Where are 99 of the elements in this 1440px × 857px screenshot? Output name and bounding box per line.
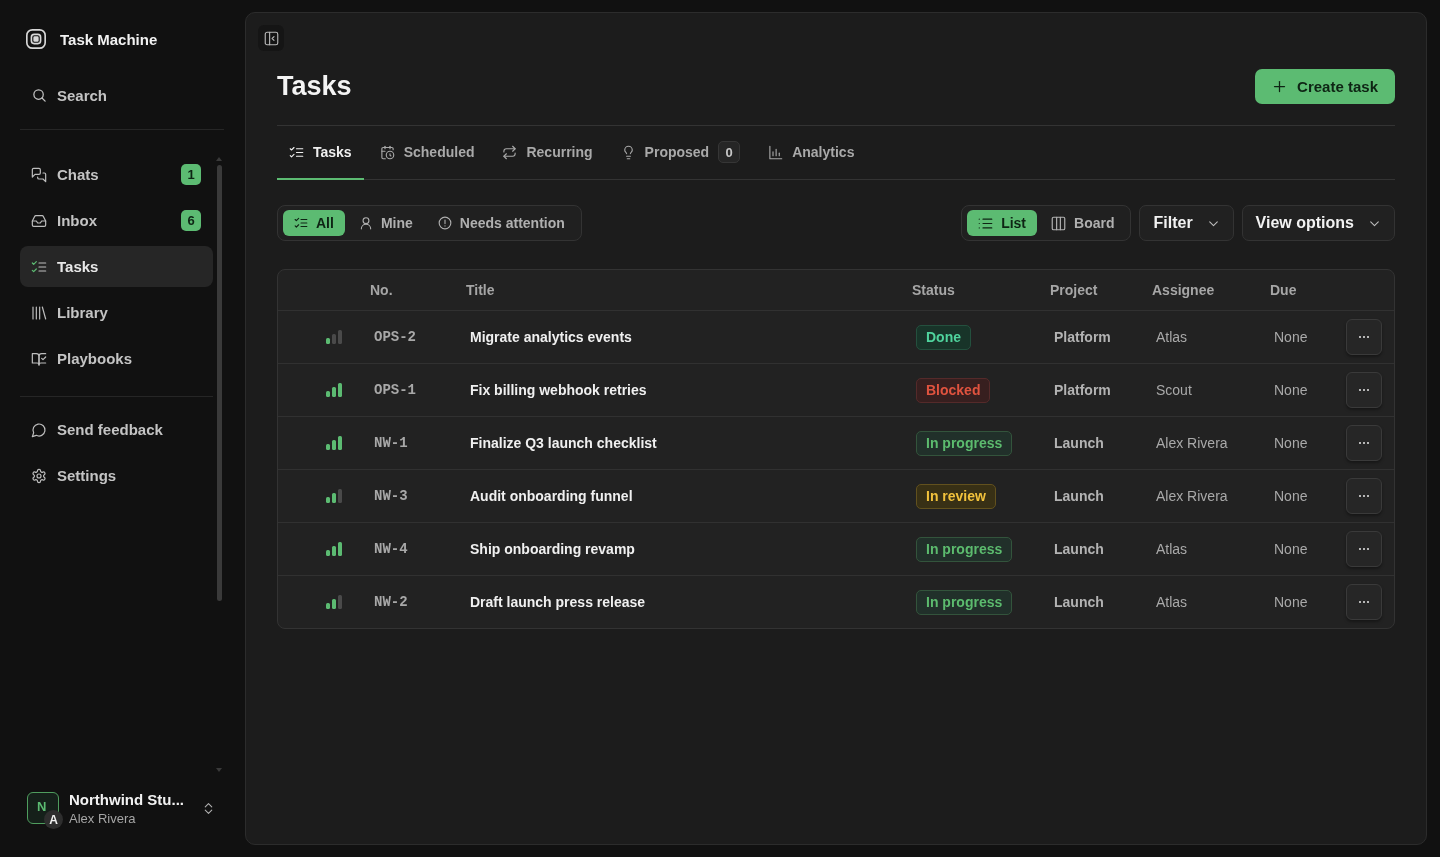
nav-item[interactable]: Library (20, 292, 213, 333)
task-title[interactable]: Ship onboarding revamp (470, 541, 635, 557)
tab[interactable]: Recurring (490, 126, 605, 180)
more-button[interactable] (1346, 372, 1382, 408)
task-number: NW-2 (374, 594, 408, 610)
more-button[interactable] (1346, 531, 1382, 567)
workspace-name[interactable]: Northwind Stu... (69, 790, 184, 808)
repeat-icon (502, 144, 518, 160)
nav-item[interactable]: Send feedback (20, 409, 213, 450)
project-name: Launch (1054, 541, 1104, 557)
status-badge: In progress (916, 430, 1013, 456)
project-name: Launch (1054, 435, 1104, 451)
bar-chart-icon (768, 144, 784, 160)
tab[interactable]: Proposed 0 (608, 126, 753, 180)
task-title[interactable]: Finalize Q3 launch checklist (470, 435, 657, 451)
nav-item[interactable]: Settings (20, 455, 213, 496)
list-icon (978, 215, 994, 231)
sidebar-panel-icon (263, 30, 279, 46)
chevron-up-down-icon[interactable] (202, 801, 215, 815)
columns-icon (1051, 215, 1067, 231)
view-mode-option[interactable]: Board (1040, 210, 1126, 236)
project-name: Platform (1054, 382, 1111, 398)
column-header[interactable]: Title (466, 282, 495, 298)
assignee-name: Atlas (1156, 594, 1188, 610)
assignee-name: Alex Rivera (1156, 435, 1228, 451)
column-header[interactable]: Assignee (1152, 282, 1215, 298)
app-name: Task Machine (60, 30, 158, 48)
view-options-dropdown[interactable]: View options (1241, 205, 1395, 241)
filter-option[interactable]: Needs attention (426, 210, 576, 236)
status-badge: In review (916, 483, 996, 509)
checklist-icon (31, 258, 47, 275)
project-name: Launch (1054, 488, 1104, 504)
more-button[interactable] (1346, 478, 1382, 514)
due-date: None (1274, 435, 1308, 451)
app-logo-icon (25, 28, 47, 50)
nav-item[interactable]: Tasks (20, 246, 213, 287)
user-name: Alex Rivera (69, 810, 137, 826)
due-date: None (1274, 329, 1308, 345)
due-date: None (1274, 541, 1308, 557)
person-icon (358, 216, 373, 230)
task-number: NW-1 (374, 435, 408, 451)
checklist-icon (289, 144, 304, 160)
page-title: Tasks (277, 70, 352, 103)
more-button[interactable] (1346, 425, 1382, 461)
more-button[interactable] (1346, 319, 1382, 355)
status-badge: Blocked (916, 377, 991, 403)
column-header[interactable]: Status (912, 282, 955, 298)
assignee-name: Atlas (1156, 329, 1188, 345)
task-title[interactable]: Audit onboarding funnel (470, 488, 633, 504)
status-badge: Done (916, 324, 971, 350)
task-title[interactable]: Fix billing webhook retries (470, 382, 647, 398)
due-date: None (1274, 488, 1308, 504)
collapse-sidebar-button[interactable] (258, 25, 284, 51)
settings-icon (31, 467, 47, 484)
task-title[interactable]: Draft launch press release (470, 594, 646, 610)
assignee-name: Atlas (1156, 541, 1188, 557)
task-number: OPS-1 (374, 382, 416, 398)
unread-count-badge: 6 (181, 210, 201, 231)
task-number: OPS-2 (374, 329, 416, 345)
search-icon (32, 88, 47, 103)
filter-option[interactable]: All (283, 210, 345, 236)
unread-count-badge: 1 (181, 164, 201, 185)
assignee-name: Scout (1156, 382, 1192, 398)
search-button[interactable]: Search (20, 75, 213, 116)
alert-circle-icon (437, 216, 452, 230)
column-header[interactable]: Project (1050, 282, 1098, 298)
speech-bubble-icon (31, 421, 47, 438)
task-number: NW-4 (374, 541, 408, 557)
assignee-name: Alex Rivera (1156, 488, 1228, 504)
chat-bubbles-icon (31, 166, 47, 183)
tab[interactable]: Analytics (756, 126, 867, 180)
view-mode-option[interactable]: List (967, 210, 1038, 236)
status-badge: In progress (916, 589, 1013, 615)
nav-item[interactable]: Playbooks (20, 338, 213, 379)
library-icon (31, 304, 47, 321)
checklist-icon (294, 216, 308, 230)
plus-icon (1272, 79, 1288, 94)
count-badge: 0 (718, 141, 741, 163)
nav-item[interactable]: Inbox 6 (20, 200, 213, 241)
inbox-icon (31, 212, 47, 229)
tab[interactable]: Tasks (277, 126, 364, 180)
task-title[interactable]: Migrate analytics events (470, 329, 632, 345)
due-date: None (1274, 594, 1308, 610)
column-header[interactable]: No. (370, 282, 393, 298)
filter-option[interactable]: Mine (347, 210, 424, 236)
more-button[interactable] (1346, 584, 1382, 620)
user-avatar: A (44, 810, 63, 829)
create-task-button[interactable]: Create task (1255, 69, 1395, 104)
filter-dropdown[interactable]: Filter (1139, 205, 1234, 241)
tab[interactable]: Scheduled (367, 126, 487, 180)
calendar-clock-icon (379, 144, 395, 160)
nav-item[interactable]: Chats 1 (20, 154, 213, 195)
task-number: NW-3 (374, 488, 408, 504)
project-name: Platform (1054, 329, 1111, 345)
open-book-icon (31, 350, 47, 367)
due-date: None (1274, 382, 1308, 398)
column-header[interactable]: Due (1270, 282, 1297, 298)
project-name: Launch (1054, 594, 1104, 610)
status-badge: In progress (916, 536, 1013, 562)
